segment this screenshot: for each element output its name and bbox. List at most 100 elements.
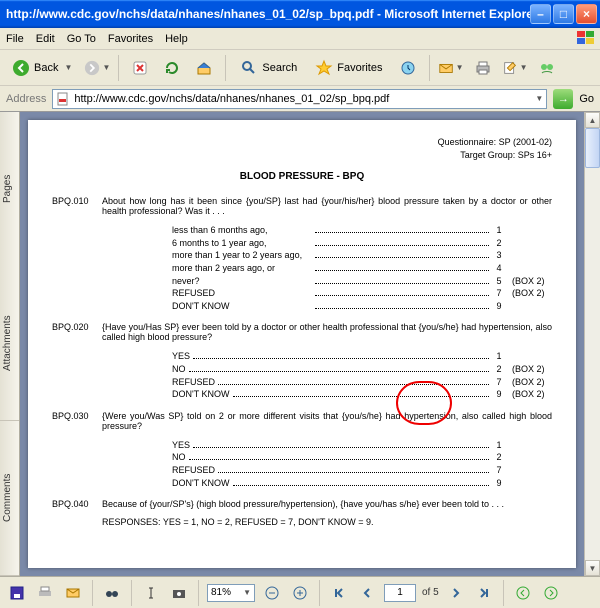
search-button[interactable]: Search (234, 55, 303, 81)
first-page-button[interactable] (328, 582, 350, 604)
prev-icon (359, 585, 375, 601)
save-button[interactable] (6, 582, 28, 604)
menu-edit[interactable]: Edit (36, 33, 55, 45)
zoom-out-button[interactable] (261, 582, 283, 604)
next-icon (448, 585, 464, 601)
answer-option: DON'T KNOW9(BOX 2) (172, 388, 552, 401)
answer-option: YES1 (172, 350, 552, 363)
forward-arrow-icon (84, 59, 100, 77)
q-text: {Have you/Has SP} ever been told by a do… (102, 322, 552, 342)
maximize-button[interactable]: □ (553, 4, 574, 24)
answer-option: NO2 (172, 451, 552, 464)
doc-header-questionnaire: Questionnaire: SP (2001-02) (52, 136, 552, 149)
address-bar: Address http://www.cdc.gov/nchs/data/nha… (0, 86, 600, 112)
sidetab-pages[interactable]: Pages (0, 112, 19, 266)
toolbar: Back▼ ▼ Search Favorites ▼ ▼ (0, 50, 600, 86)
print-icon (37, 585, 53, 601)
answer-option: more than 1 year to 2 years ago,3 (172, 249, 552, 262)
answer-option: REFUSED7(BOX 2) (172, 287, 552, 300)
scrollbar-vertical[interactable]: ▲ ▼ (584, 112, 600, 576)
favorites-button[interactable]: Favorites (309, 55, 388, 81)
home-icon (195, 59, 213, 77)
first-icon (331, 585, 347, 601)
edit-button[interactable]: ▼ (502, 55, 528, 81)
answer-option: REFUSED7(BOX 2) (172, 376, 552, 389)
camera-icon (171, 585, 187, 601)
dropdown-icon: ▼ (64, 63, 72, 72)
answer-option: NO2(BOX 2) (172, 363, 552, 376)
zoom-level[interactable]: 81%▼ (207, 584, 255, 602)
back-arrow-icon (12, 59, 30, 77)
sidetab-comments[interactable]: Comments (0, 421, 19, 576)
refresh-button[interactable] (159, 55, 185, 81)
stop-button[interactable] (127, 55, 153, 81)
prev-page-button[interactable] (356, 582, 378, 604)
search-icon (240, 59, 258, 77)
menu-help[interactable]: Help (165, 33, 188, 45)
page-number-input[interactable]: 1 (384, 584, 416, 602)
pdf-doc-icon (56, 92, 70, 106)
history-icon (399, 59, 417, 77)
nav-forward-button[interactable] (540, 582, 562, 604)
envelope-icon (65, 585, 81, 601)
zoom-in-button[interactable] (289, 582, 311, 604)
plus-icon (292, 585, 308, 601)
close-button[interactable]: × (576, 4, 597, 24)
menu-favorites[interactable]: Favorites (108, 33, 153, 45)
next-page-button[interactable] (445, 582, 467, 604)
pdf-reader-toolbar: 81%▼ 1 of 5 (0, 576, 600, 608)
answer-option: more than 2 years ago, or4 (172, 262, 552, 275)
address-input[interactable]: http://www.cdc.gov/nchs/data/nhanes/nhan… (52, 89, 547, 109)
messenger-button[interactable] (534, 55, 560, 81)
windows-flag-icon (576, 30, 596, 46)
menu-goto[interactable]: Go To (67, 33, 96, 45)
answer-option: DON'T KNOW9 (172, 477, 552, 490)
answer-option: 6 months to 1 year ago,2 (172, 237, 552, 250)
text-cursor-icon (143, 585, 159, 601)
print-button[interactable] (34, 582, 56, 604)
q-responses: RESPONSES: YES = 1, NO = 2, REFUSED = 7,… (102, 517, 552, 527)
select-text-button[interactable] (140, 582, 162, 604)
go-button[interactable]: → (553, 89, 573, 109)
snapshot-button[interactable] (168, 582, 190, 604)
go-arrow-icon: → (558, 93, 569, 105)
nav-back-button[interactable] (512, 582, 534, 604)
history-button[interactable] (395, 55, 421, 81)
answer-option: REFUSED7 (172, 464, 552, 477)
q-code: BPQ.010 (52, 196, 102, 216)
binoculars-icon (104, 585, 120, 601)
q-text: Because of {your/SP's} (high blood press… (102, 499, 552, 509)
pdf-viewport: Questionnaire: SP (2001-02) Target Group… (20, 112, 584, 576)
address-label: Address (6, 93, 46, 105)
scroll-thumb[interactable] (585, 128, 600, 168)
doc-title: BLOOD PRESSURE - BPQ (52, 171, 552, 182)
answer-option: YES1 (172, 439, 552, 452)
q-code: BPQ.030 (52, 411, 102, 431)
page-count: of 5 (422, 587, 439, 598)
sidetab-attachments[interactable]: Attachments (0, 266, 19, 421)
mail-button[interactable]: ▼ (438, 55, 464, 81)
scroll-down-icon[interactable]: ▼ (585, 560, 600, 576)
back-button[interactable]: Back▼ (6, 55, 78, 81)
home-button[interactable] (191, 55, 217, 81)
menu-file[interactable]: File (6, 33, 24, 45)
star-icon (315, 59, 333, 77)
stop-icon (131, 59, 149, 77)
minus-icon (264, 585, 280, 601)
forward-button[interactable]: ▼ (84, 55, 110, 81)
q-code: BPQ.020 (52, 322, 102, 342)
email-button[interactable] (62, 582, 84, 604)
mail-icon (438, 59, 454, 77)
refresh-icon (163, 59, 181, 77)
q-text: {Were you/Was SP} told on 2 or more diff… (102, 411, 552, 431)
find-button[interactable] (101, 582, 123, 604)
scroll-up-icon[interactable]: ▲ (585, 112, 600, 128)
address-url: http://www.cdc.gov/nchs/data/nhanes/nhan… (74, 93, 533, 105)
answer-option: DON'T KNOW9 (172, 300, 552, 313)
print-button[interactable] (470, 55, 496, 81)
minimize-button[interactable]: – (530, 4, 551, 24)
last-page-button[interactable] (473, 582, 495, 604)
answer-option: less than 6 months ago,1 (172, 224, 552, 237)
q-text: About how long has it been since {you/SP… (102, 196, 552, 216)
dropdown-icon[interactable]: ▼ (535, 94, 543, 103)
